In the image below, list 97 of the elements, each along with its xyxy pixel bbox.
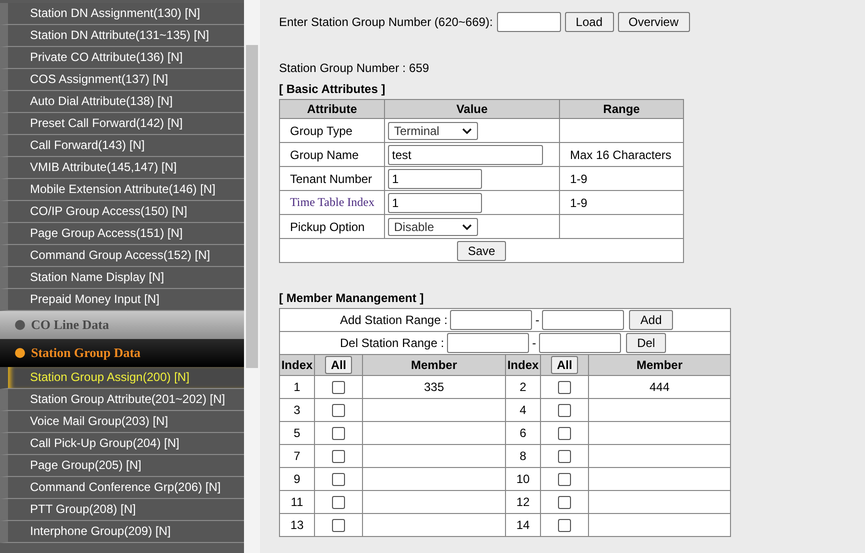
sidebar-item[interactable]: Station Name Display [N] [0, 267, 244, 289]
range-label: Add Station Range : [340, 313, 448, 327]
index-cell: 8 [506, 444, 540, 468]
index-cell: 6 [506, 422, 540, 444]
number-field[interactable]: 1 [388, 192, 482, 212]
sidebar-item[interactable]: PTT Group(208) [N] [0, 499, 244, 521]
column-header: Range [560, 100, 684, 118]
sidebar-item[interactable]: Preset Call Forward(142) [N] [0, 113, 244, 135]
range-text: 1-9 [570, 196, 588, 210]
range-end-field[interactable] [539, 333, 622, 353]
checkbox[interactable] [332, 450, 345, 464]
sidebar-item[interactable]: Call Forward(143) [N] [0, 135, 244, 157]
group-number-field[interactable] [496, 12, 561, 32]
sidebar-item[interactable]: Call Pick-Up Group(204) [N] [0, 433, 244, 455]
checkbox[interactable] [558, 404, 571, 418]
range-text: Max 16 Characters [570, 148, 672, 162]
column-header: Attribute [280, 100, 384, 118]
checkbox[interactable] [332, 404, 345, 418]
index-cell: 14 [506, 514, 540, 536]
checkbox[interactable] [558, 519, 571, 532]
checkbox[interactable] [332, 381, 345, 394]
sidebar-item[interactable]: Station Group Assign(200) [N] [0, 367, 244, 389]
sidebar-item[interactable]: Auto Dial Attribute(138) [N] [0, 91, 244, 113]
sidebar-item[interactable]: COS Assignment(137) [N] [0, 69, 244, 91]
group-number-text: Station Group Number : 659 [279, 61, 430, 75]
sidebar-item[interactable]: Prepaid Money Input [N] [0, 289, 244, 311]
section-title: [ Basic Attributes ] [279, 82, 386, 96]
sidebar-item[interactable]: Command Group Access(152) [N] [0, 245, 244, 267]
attribute-label: Pickup Option [290, 220, 365, 234]
checkbox[interactable] [558, 450, 571, 464]
checkbox[interactable] [332, 427, 345, 440]
text-field[interactable]: test [388, 144, 543, 164]
attribute-label: Tenant Number [290, 172, 372, 186]
sidebar-item[interactable]: Station DN Assignment(130) [N] [0, 3, 244, 25]
member-number: 335 [424, 380, 444, 394]
index-cell: 1 [280, 376, 314, 398]
checkbox[interactable] [332, 496, 345, 510]
checkbox[interactable] [332, 519, 345, 532]
checkbox[interactable] [558, 473, 571, 486]
sidebar-item[interactable]: Page Group(205) [N] [0, 455, 244, 477]
index-cell: 7 [280, 444, 314, 468]
range-end-field[interactable] [542, 310, 624, 330]
member-number: 444 [649, 380, 670, 394]
index-cell: 2 [506, 376, 540, 398]
sidebar-item[interactable]: Interphone Group(209) [N] [0, 521, 244, 543]
index-cell: 4 [506, 398, 540, 422]
lookup-button[interactable]: Overview [618, 12, 690, 32]
save-button[interactable]: Save [456, 240, 506, 260]
range-button[interactable]: Del [626, 333, 666, 353]
column-header: Index [280, 354, 314, 376]
select-all-button[interactable]: All [324, 356, 352, 374]
checkbox[interactable] [558, 496, 571, 510]
chevron-down-icon [462, 224, 472, 230]
index-cell: 5 [280, 422, 314, 444]
sidebar-item[interactable]: Station Group Attribute(201~202) [N] [0, 389, 244, 411]
sidebar-section[interactable]: CO Line Data [0, 311, 244, 339]
chevron-down-icon [462, 128, 472, 134]
sidebar-section[interactable]: Station Group Data [0, 339, 244, 367]
sidebar-item[interactable]: Station DN Attribute(131~135) [N] [0, 25, 244, 47]
sidebar-item[interactable]: Command Conference Grp(206) [N] [0, 477, 244, 499]
section-title: [ Member Manangement ] [279, 291, 425, 305]
column-header: Member [588, 354, 730, 376]
range-dash: - [535, 313, 540, 327]
dropdown[interactable]: Terminal [388, 122, 478, 140]
index-cell: 13 [280, 514, 314, 536]
sidebar-item[interactable]: Voice Mail Group(203) [N] [0, 411, 244, 433]
index-cell: 3 [280, 398, 314, 422]
index-cell: 10 [506, 468, 540, 490]
sidebar-item[interactable]: Mobile Extension Attribute(146) [N] [0, 179, 244, 201]
range-dash: - [532, 336, 536, 350]
range-button[interactable]: Add [629, 310, 673, 330]
sidebar-item[interactable]: VMIB Attribute(145,147) [N] [0, 157, 244, 179]
lookup-label: Enter Station Group Number (620~669): [279, 15, 493, 29]
lookup-button[interactable]: Load [564, 12, 614, 32]
scrollbar-thumb[interactable] [246, 45, 258, 368]
range-start-field[interactable] [447, 333, 530, 353]
index-cell: 9 [280, 468, 314, 490]
column-header: Value [384, 100, 560, 118]
range-start-field[interactable] [450, 310, 532, 330]
range-label: Del Station Range : [340, 336, 444, 350]
index-cell: 11 [280, 490, 314, 514]
select-all-button[interactable]: All [550, 356, 578, 374]
column-header: Index [506, 354, 540, 376]
sidebar-item[interactable]: Private CO Attribute(136) [N] [0, 47, 244, 69]
dropdown[interactable]: Disable [388, 218, 478, 236]
scrollbar[interactable] [244, 0, 260, 553]
attribute-label: Group Type [290, 124, 352, 138]
sidebar-item[interactable]: CO/IP Group Access(150) [N] [0, 201, 244, 223]
index-cell: 12 [506, 490, 540, 514]
range-text: 1-9 [570, 172, 588, 186]
number-field[interactable]: 1 [388, 168, 482, 188]
checkbox[interactable] [558, 381, 571, 394]
sidebar-item[interactable]: Page Group Access(151) [N] [0, 223, 244, 245]
column-header: Member [362, 354, 506, 376]
checkbox[interactable] [558, 427, 571, 440]
checkbox[interactable] [332, 473, 345, 486]
attribute-label: Group Name [290, 148, 359, 162]
